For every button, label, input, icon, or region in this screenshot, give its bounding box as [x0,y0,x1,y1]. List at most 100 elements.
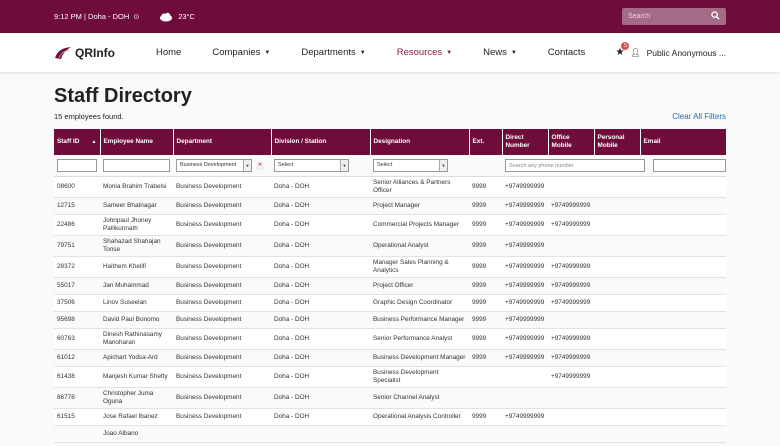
cell-division [271,425,370,443]
table-row[interactable]: 79751 Shahazad Shahajan Tonse Business Dev… [54,235,726,257]
favorites-star-icon[interactable]: ★ 5 [615,42,630,58]
table-row[interactable]: 61438 Manjesh Kumar Shetty Business Develo… [54,366,726,388]
cell-office-mobile [548,235,594,257]
user-menu[interactable]: Public Anonymous ... [647,48,726,58]
header-employee-name[interactable]: Employee Name [100,129,174,155]
email-filter[interactable] [653,159,726,172]
cell-email [640,425,726,443]
cell-email [640,197,726,215]
logo[interactable]: QRInfo [54,46,154,60]
cell-office-mobile [548,387,594,409]
cell-division: Doha - DOH [271,197,370,215]
cell-department: Business Development [173,176,271,198]
table-row[interactable]: Joao Albano [54,425,726,443]
location-pin-icon[interactable]: ⊙ [133,13,139,21]
header-email[interactable]: Email [640,129,727,155]
cell-personal-mobile [594,328,640,350]
header-department[interactable]: Department [173,129,272,155]
table-row[interactable]: 86778 Christopher Juma Oguna Business Deve… [54,387,726,409]
cell-personal-mobile [594,214,640,236]
table-row[interactable]: 61012 Apichart Yodsa-Ard Business Developm… [54,349,726,367]
cell-personal-mobile [594,408,640,426]
header-office-mobile[interactable]: Office Mobile [548,129,595,155]
cell-department: Business Development [173,387,271,409]
cell-division: Doha - DOH [271,294,370,312]
nav-item-home[interactable]: Home [156,47,181,58]
header-personal-mobile[interactable]: Personal Mobile [594,129,641,155]
staff-table: Staff ID ▲ Employee Name Department Divis… [54,129,727,443]
cell-ext: 9999 [469,328,502,350]
cell-division: Doha - DOH [271,311,370,329]
header-direct-number[interactable]: Direct Number [502,129,549,155]
cell-ext: 9999 [469,176,502,198]
cell-ext [469,387,502,409]
cell-employee-name: Linov Suseelan [100,294,173,312]
nav-item-news[interactable]: News ▼ [483,47,517,58]
search-icon[interactable] [711,11,720,22]
cell-division: Doha - DOH [271,235,370,257]
cell-employee-name: Christopher Juma Oguna [100,387,173,409]
table-row[interactable]: 95698 David Paul Bonomo Business Developme… [54,311,726,329]
table-row[interactable]: 12715 Sameer Bhatnagar Business Developmen… [54,197,726,215]
cell-direct-number [502,366,548,388]
table-row[interactable]: 55017 Jan Muhammad Business Development Doh… [54,277,726,295]
nav-item-departments[interactable]: Departments ▼ [301,47,365,58]
header-ext[interactable]: Ext. [469,129,503,155]
department-select[interactable]: Business Development ▼ [176,159,252,172]
phone-search-input[interactable] [505,159,645,172]
cell-staff-id: 22486 [54,214,100,236]
nav-item-resources[interactable]: Resources ▼ [397,47,452,58]
cell-ext: 9999 [469,408,502,426]
cell-direct-number [502,387,548,409]
division-select[interactable]: Select ▼ [274,159,349,172]
caret-down-icon: ▼ [359,49,366,56]
cell-email [640,408,726,426]
logo-text: QRInfo [75,45,115,60]
cell-employee-name: Johnpaul Jhoney Pallikunnath [100,214,173,236]
table-row[interactable]: 60763 Dinesh Rathinasamy Manoharan Busines… [54,328,726,350]
time-location: 9:12 PM | Doha - DOH ⊙ [54,12,139,21]
cell-designation: Operational Analyst [370,235,469,257]
table-row[interactable]: 08600 Monia Brahim Trabelsi Business Devel… [54,176,726,198]
header-division[interactable]: Division / Station [271,129,371,155]
sort-asc-icon[interactable]: ▲ [92,139,97,145]
select-arrow-icon: ▼ [243,160,251,171]
cell-personal-mobile [594,176,640,198]
cell-ext: 9999 [469,235,502,257]
cell-ext: 9999 [469,197,502,215]
staff-id-filter[interactable] [57,159,97,172]
cell-office-mobile: +9749999999 [548,294,594,312]
nav-item-companies[interactable]: Companies ▼ [212,47,270,58]
table-row[interactable]: 37506 Linov Suseelan Business Development D… [54,294,726,312]
cell-direct-number: +9749999999 [502,235,548,257]
table-row[interactable]: 22486 Johnpaul Jhoney Pallikunnath Busines… [54,214,726,236]
clear-department-icon[interactable]: ✕ [256,161,264,170]
search-input[interactable] [628,13,708,20]
clear-all-filters-link[interactable]: Clear All Filters [672,112,726,121]
cell-employee-name: David Paul Bonomo [100,311,173,329]
cell-personal-mobile [594,235,640,257]
cell-personal-mobile [594,366,640,388]
nav-item-contacts[interactable]: Contacts [548,47,586,58]
nav-right: ★ 5 👤︎ Public Anonymous ... [615,42,726,58]
cell-email [640,387,726,409]
global-search[interactable] [622,8,726,25]
header-staff-id[interactable]: Staff ID ▲ [54,129,101,155]
cell-employee-name: Jose Rafael Ibanez [100,408,173,426]
header-designation[interactable]: Designation [370,129,470,155]
select-arrow-icon: ▼ [439,160,447,171]
cell-department: Business Development [173,328,271,350]
cell-division: Doha - DOH [271,176,370,198]
employee-name-filter[interactable] [103,159,170,172]
cell-designation: Senior Alliances & Partners Officer [370,176,469,198]
table-row[interactable]: 61515 Jose Rafael Ibanez Business Developm… [54,408,726,426]
cell-email [640,176,726,198]
cell-employee-name: Manjesh Kumar Shetty [100,366,173,388]
designation-select[interactable]: Select ▼ [373,159,448,172]
cell-personal-mobile [594,311,640,329]
table-row[interactable]: 28372 Haithem Khelifi Business Development… [54,256,726,278]
cell-department: Business Development [173,235,271,257]
cell-direct-number: +9749999999 [502,349,548,367]
top-bar: 9:12 PM | Doha - DOH ⊙ 23°C [0,0,780,33]
cell-direct-number: +9749999999 [502,197,548,215]
